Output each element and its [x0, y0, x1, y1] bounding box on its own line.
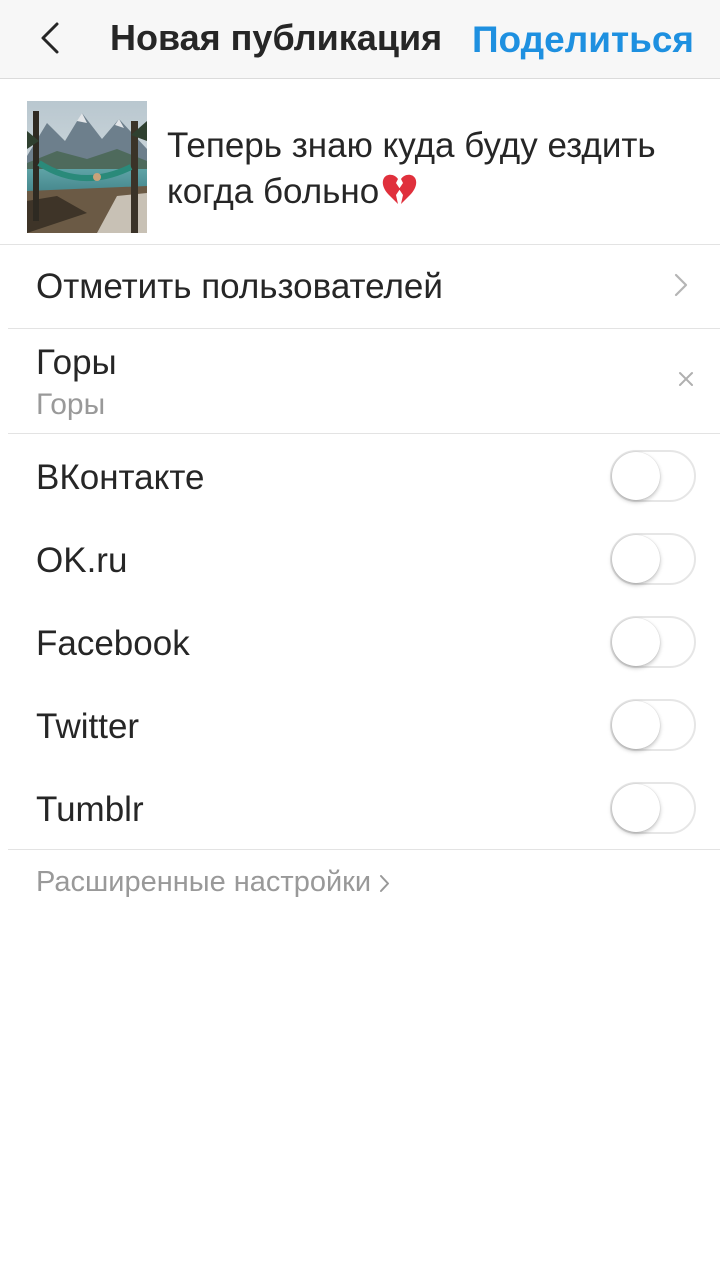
tag-people-row[interactable]: Отметить пользователей — [8, 245, 720, 329]
share-targets-list: ВКонтакте OK.ru Facebook Twitter Tumblr — [8, 434, 720, 850]
back-button[interactable] — [30, 18, 70, 58]
post-preview: Теперь знаю куда буду ездить когда больн… — [0, 79, 720, 245]
share-item-vkontakte: ВКонтакте — [8, 436, 720, 519]
tag-people-label: Отметить пользователей — [36, 267, 443, 306]
share-label: Tumblr — [36, 790, 144, 829]
share-button[interactable]: Поделиться — [472, 16, 694, 64]
toggle-knob — [612, 784, 660, 832]
advanced-settings-link[interactable]: Расширенные настройки — [36, 862, 390, 902]
advanced-settings-label: Расширенные настройки — [36, 866, 372, 898]
share-item-okru: OK.ru — [8, 519, 720, 602]
share-label: Twitter — [36, 707, 140, 746]
toggle-knob — [612, 618, 660, 666]
share-item-facebook: Facebook — [8, 602, 720, 685]
tumblr-toggle[interactable] — [610, 782, 696, 834]
nav-bar: Новая публикация Поделиться — [0, 0, 720, 79]
page-title: Новая публикация — [110, 17, 443, 58]
toggle-knob — [612, 452, 660, 500]
post-thumbnail[interactable] — [27, 101, 147, 233]
toggle-knob — [612, 701, 660, 749]
share-label: OK.ru — [36, 541, 128, 580]
close-icon[interactable] — [678, 371, 694, 387]
post-caption[interactable]: Теперь знаю куда буду ездить когда больн… — [167, 123, 697, 219]
chevron-right-icon — [380, 874, 390, 892]
twitter-toggle[interactable] — [610, 699, 696, 751]
new-post-screen: Новая публикация Поделиться Теперь знаю … — [0, 0, 720, 1278]
chevron-left-icon — [41, 22, 59, 54]
share-label: Facebook — [36, 624, 190, 663]
location-row[interactable]: Горы Горы — [8, 329, 720, 434]
share-item-twitter: Twitter — [8, 685, 720, 768]
okru-toggle[interactable] — [610, 533, 696, 585]
broken-heart-icon — [381, 173, 417, 219]
share-item-tumblr: Tumblr — [8, 768, 720, 851]
share-label: ВКонтакте — [36, 458, 205, 497]
location-title: Горы — [36, 343, 117, 382]
facebook-toggle[interactable] — [610, 616, 696, 668]
location-subtitle: Горы — [36, 388, 106, 421]
toggle-knob — [612, 535, 660, 583]
vkontakte-toggle[interactable] — [610, 450, 696, 502]
chevron-right-icon — [674, 273, 688, 297]
